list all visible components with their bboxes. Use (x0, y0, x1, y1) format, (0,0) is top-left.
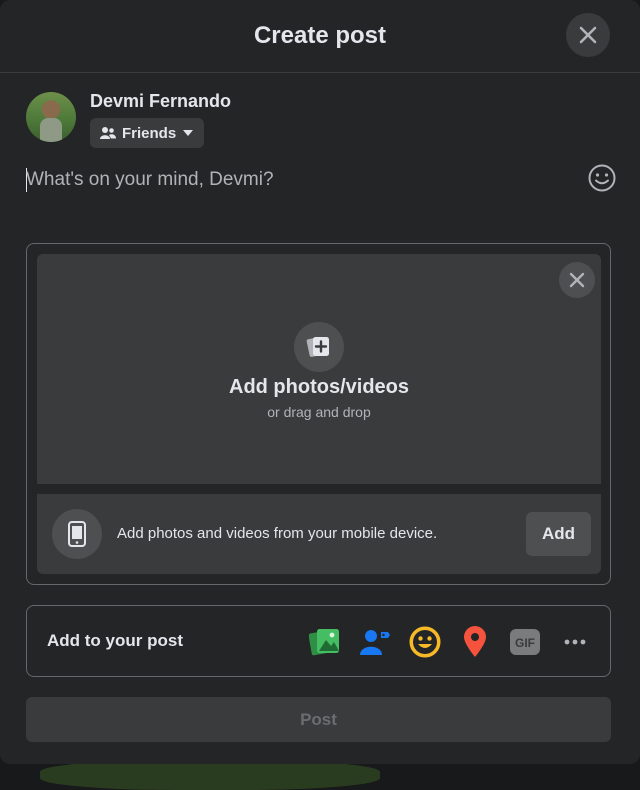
svg-text:GIF: GIF (515, 636, 535, 650)
friends-icon (100, 127, 116, 139)
photo-drop-zone[interactable]: Add photos/videos or drag and drop (37, 254, 601, 484)
mobile-upload-text: Add photos and videos from your mobile d… (117, 525, 438, 542)
add-media-title: Add photos/videos (229, 376, 409, 398)
dialog-header: Create post (0, 0, 640, 73)
post-text-input[interactable] (26, 166, 566, 194)
author-block: Devmi Fernando Friends (26, 92, 231, 148)
backdrop-image (40, 760, 380, 790)
author-name: Devmi Fernando (90, 91, 232, 111)
composer-area (26, 163, 617, 194)
audience-label: Friends (122, 124, 177, 142)
gif-button[interactable]: GIF (507, 624, 543, 660)
avatar-figure (40, 118, 62, 142)
add-to-post-bar: Add to your post GIF (26, 605, 611, 677)
close-icon (569, 272, 585, 288)
tag-people-icon (360, 630, 390, 655)
author-info: Devmi Fernando Friends (90, 92, 231, 148)
create-post-dialog: Create post Devmi Fernando Friends What'… (0, 0, 640, 764)
feeling-activity-button[interactable] (407, 624, 443, 660)
mobile-upload-row: Add photos and videos from your mobile d… (37, 494, 601, 574)
add-to-post-label: Add to your post (47, 631, 183, 650)
add-media-subtitle: or drag and drop (267, 404, 371, 420)
check-in-button[interactable] (457, 624, 493, 660)
feeling-icon (409, 626, 441, 658)
phone-icon (52, 509, 102, 559)
photo-video-icon (309, 629, 339, 656)
gif-icon: GIF (510, 629, 540, 655)
more-icon (564, 639, 586, 645)
chevron-down-icon (183, 130, 194, 136)
mobile-add-button[interactable]: Add (526, 512, 591, 556)
audience-selector[interactable]: Friends (90, 118, 205, 148)
check-in-icon (464, 626, 486, 657)
emoji-button[interactable] (587, 163, 617, 193)
photo-video-button[interactable] (307, 624, 343, 660)
media-upload-box: Add photos/videos or drag and drop Add p… (26, 243, 611, 585)
smiley-icon (588, 164, 616, 192)
post-button[interactable]: Post (26, 697, 611, 742)
more-options-button[interactable] (557, 624, 593, 660)
dialog-title: Create post (253, 22, 387, 49)
remove-media-button[interactable] (559, 262, 595, 298)
avatar[interactable] (26, 92, 76, 142)
tag-people-button[interactable] (357, 624, 393, 660)
close-button[interactable] (566, 13, 610, 57)
add-photos-icon (294, 322, 344, 372)
close-icon (579, 26, 597, 44)
